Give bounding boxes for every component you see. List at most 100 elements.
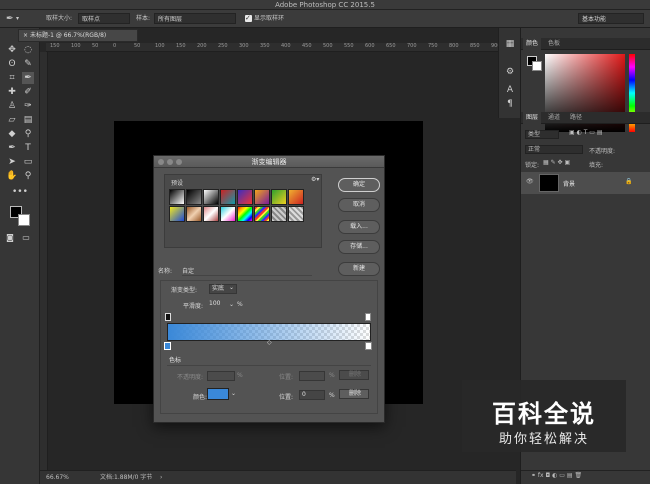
color-stop-left[interactable] xyxy=(164,342,171,350)
layer-name[interactable]: 背景 xyxy=(563,179,575,188)
history-brush-icon[interactable]: ✑ xyxy=(22,100,34,112)
blend-mode-select[interactable]: 正常 xyxy=(525,145,583,154)
character-panel-icon[interactable]: A xyxy=(504,84,516,96)
preset-swatch[interactable] xyxy=(203,206,219,222)
background-color-swatch[interactable] xyxy=(18,214,30,226)
new-button[interactable]: 新建 xyxy=(338,262,380,276)
preset-swatch[interactable] xyxy=(288,206,304,222)
properties-panel-icon[interactable]: ⚙ xyxy=(504,66,516,78)
tab-channels[interactable]: 通道 xyxy=(545,112,563,124)
status-bar: 66.67% 文档:1.88M/0 字节 › xyxy=(40,470,516,484)
ruler-number: 150 xyxy=(50,43,60,49)
stamp-tool-icon[interactable]: ♙ xyxy=(6,100,18,112)
smoothness-chevron-icon[interactable]: ⌄ xyxy=(229,301,234,308)
preset-swatch[interactable] xyxy=(271,189,287,205)
quick-mask-icon[interactable]: ◙ xyxy=(4,232,16,244)
zoom-level[interactable]: 66.67% xyxy=(46,471,69,484)
opacity-stop-right[interactable] xyxy=(365,313,371,321)
paragraph-panel-icon[interactable]: ¶ xyxy=(504,98,516,110)
history-panel-icon[interactable]: ▦ xyxy=(504,38,516,50)
tool-preset-chevron-icon[interactable]: ▾ xyxy=(16,13,19,25)
preset-swatch[interactable] xyxy=(237,189,253,205)
status-arrow-icon[interactable]: › xyxy=(160,471,162,484)
filter-icons[interactable]: ▣ ◐ T ▭ ▤ xyxy=(569,129,603,136)
preset-swatch[interactable] xyxy=(220,206,236,222)
preset-swatch[interactable] xyxy=(237,206,253,222)
stop-color-location-input[interactable]: 0 xyxy=(299,390,325,400)
gradient-tool-icon[interactable]: ▤ xyxy=(22,114,34,126)
opacity-stop-left[interactable] xyxy=(165,313,171,321)
color-stop-right[interactable] xyxy=(365,342,372,350)
load-button[interactable]: 载入... xyxy=(338,220,380,234)
preset-swatch[interactable] xyxy=(186,189,202,205)
layer-row[interactable]: 👁 背景 🔒 xyxy=(521,172,650,194)
preset-swatch[interactable] xyxy=(254,189,270,205)
eyedropper-tool-icon[interactable]: ✒ xyxy=(22,72,34,84)
tab-color[interactable]: 颜色 xyxy=(523,38,542,50)
ok-button[interactable]: 确定 xyxy=(338,178,380,192)
preset-swatch[interactable] xyxy=(169,206,185,222)
tab-layers[interactable]: 图层 xyxy=(523,112,542,124)
ruler-number: 0 xyxy=(113,43,117,49)
stop-color-delete-button[interactable]: 删除 xyxy=(339,389,369,399)
crop-tool-icon[interactable]: ⌗ xyxy=(6,72,18,84)
zoom-tool-icon[interactable]: ⚲ xyxy=(22,170,34,182)
lasso-tool-icon[interactable]: ʘ xyxy=(6,58,18,70)
gradient-name-field[interactable]: 自定 xyxy=(182,266,312,276)
screen-mode-icon[interactable]: ▭ xyxy=(20,232,32,244)
move-tool-icon[interactable]: ✥ xyxy=(6,44,18,56)
document-tab[interactable]: × 未标题-1 @ 66.7%(RGB/8) xyxy=(18,29,138,42)
dodge-tool-icon[interactable]: ⚲ xyxy=(22,128,34,140)
preset-swatch[interactable] xyxy=(169,189,185,205)
preset-swatch[interactable] xyxy=(288,189,304,205)
name-label: 名称: xyxy=(158,268,173,275)
presets-box: 预设 ⚙▾ xyxy=(164,174,322,248)
save-button[interactable]: 存储... xyxy=(338,240,380,254)
lock-icons[interactable]: ▦ ✎ ✥ ▣ xyxy=(543,159,570,166)
preset-swatch[interactable] xyxy=(186,206,202,222)
shape-tool-icon[interactable]: ▭ xyxy=(22,156,34,168)
healing-tool-icon[interactable]: ✚ xyxy=(6,86,18,98)
preset-swatch[interactable] xyxy=(220,189,236,205)
close-window-icon[interactable] xyxy=(158,159,164,165)
sample-size-select[interactable]: 取样点 xyxy=(78,13,130,24)
type-tool-icon[interactable]: T xyxy=(22,142,34,154)
minimize-window-icon[interactable] xyxy=(167,159,173,165)
eyedropper-tool-icon[interactable]: ✒ xyxy=(6,13,14,25)
tools-panel: ✥ ◌ ʘ ✎ ⌗ ✒ ✚ ✐ ♙ ✑ ▱ ▤ ◆ ⚲ ✒ T ➤ ▭ ✋ ⚲ … xyxy=(0,28,40,484)
midpoint-diamond-icon[interactable]: ◇ xyxy=(267,339,272,346)
show-sampling-ring-checkbox[interactable]: 显示取样环 xyxy=(245,12,284,25)
path-select-tool-icon[interactable]: ➤ xyxy=(6,156,18,168)
marquee-tool-icon[interactable]: ◌ xyxy=(22,44,34,56)
stop-color-chevron-icon[interactable]: ⌄ xyxy=(231,390,236,397)
hand-tool-icon[interactable]: ✋ xyxy=(6,170,18,182)
zoom-window-icon[interactable] xyxy=(176,159,182,165)
blur-tool-icon[interactable]: ◆ xyxy=(6,128,18,140)
color-bg-swatch[interactable] xyxy=(532,61,542,71)
layer-kind-select[interactable]: 类型 xyxy=(525,130,559,139)
smoothness-input[interactable]: 100 xyxy=(207,300,229,310)
tab-paths[interactable]: 路径 xyxy=(567,112,585,124)
watermark: 百科全说 助你轻松解决 xyxy=(462,380,626,452)
layer-footer-icons[interactable]: ⚭ fx ◘ ◐ ▭ ▤ 🗑 xyxy=(531,472,582,479)
fill-label: 填充: xyxy=(589,162,604,169)
sample-select[interactable]: 所有图层 xyxy=(154,13,236,24)
visibility-eye-icon[interactable]: 👁 xyxy=(526,178,534,185)
tab-swatches[interactable]: 色板 xyxy=(545,38,563,50)
brush-tool-icon[interactable]: ✐ xyxy=(22,86,34,98)
checkbox-checked-icon xyxy=(245,12,252,24)
document-tab-title: 未标题-1 @ 66.7%(RGB/8) xyxy=(29,32,107,39)
cancel-button[interactable]: 取消 xyxy=(338,198,380,212)
preset-swatch[interactable] xyxy=(254,206,270,222)
more-tools-icon[interactable]: ••• xyxy=(12,186,28,198)
close-tab-icon[interactable]: × xyxy=(23,32,30,39)
pen-tool-icon[interactable]: ✒ xyxy=(6,142,18,154)
preset-swatch[interactable] xyxy=(271,206,287,222)
quick-select-tool-icon[interactable]: ✎ xyxy=(22,58,34,70)
stop-color-swatch[interactable] xyxy=(207,388,229,400)
workspace-select[interactable]: 基本功能 xyxy=(578,13,644,24)
presets-gear-icon[interactable]: ⚙▾ xyxy=(311,176,319,183)
ruler-number: 850 xyxy=(470,43,480,49)
eraser-tool-icon[interactable]: ▱ xyxy=(6,114,18,126)
preset-swatch[interactable] xyxy=(203,189,219,205)
